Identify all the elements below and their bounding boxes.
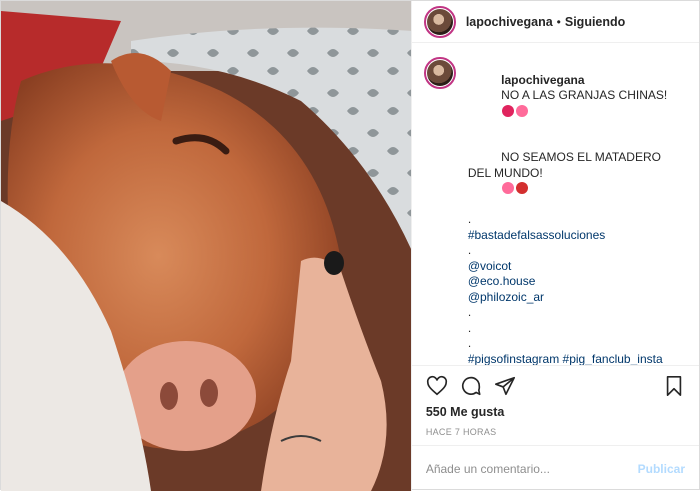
heart-icon[interactable] <box>426 375 448 397</box>
likes-count[interactable]: 550 Me gusta <box>412 405 699 423</box>
caption: lapochivegana NO A LAS GRANJAS CHINAS! N… <box>467 57 687 366</box>
post-photo[interactable] <box>1 1 411 491</box>
post-side-panel: lapochivegana • Siguiendo lapochivegana … <box>410 1 699 491</box>
caption-dot: . <box>467 243 472 257</box>
caption-avatar[interactable] <box>423 57 456 89</box>
mention-link[interactable]: @eco.house <box>468 274 687 290</box>
avatar[interactable] <box>423 5 456 38</box>
pig-nose-emoji-icon <box>516 104 529 117</box>
caption-dot: . <box>467 336 472 350</box>
separator-dot: • <box>556 14 561 29</box>
action-bar <box>411 365 699 405</box>
pig-photo-illustration <box>1 1 411 491</box>
hashtags-block[interactable]: #pigsofinstagram #pig_fanclub_insta #pig… <box>468 352 687 366</box>
comment-input[interactable] <box>425 461 638 476</box>
paper-plane-icon[interactable] <box>494 375 516 397</box>
bookmark-icon[interactable] <box>663 375 685 397</box>
hashtag-link[interactable]: #bastadefalsassoluciones <box>468 228 687 244</box>
instagram-post: lapochivegana • Siguiendo lapochivegana … <box>0 0 700 491</box>
header-username[interactable]: lapochivegana <box>466 15 553 29</box>
comment-icon[interactable] <box>460 375 482 397</box>
add-comment-bar: Publicar <box>411 445 699 491</box>
post-header: lapochivegana • Siguiendo <box>411 1 699 43</box>
caption-line2: NO SEAMOS EL MATADERO DEL MUNDO! <box>467 150 665 180</box>
following-button[interactable]: Siguiendo <box>565 15 625 29</box>
caption-dot: . <box>467 305 472 319</box>
comments-area: lapochivegana NO A LAS GRANJAS CHINAS! N… <box>412 43 699 365</box>
mention-link[interactable]: @voicot <box>468 259 687 275</box>
prohibited-emoji-icon <box>502 104 515 117</box>
anger-emoji-icon <box>516 182 529 194</box>
caption-dot: . <box>467 212 472 226</box>
pig-face-emoji-icon <box>502 182 515 194</box>
caption-username[interactable]: lapochivegana <box>501 73 584 87</box>
publish-button[interactable]: Publicar <box>638 462 685 476</box>
mention-link[interactable]: @philozoic_ar <box>468 290 687 306</box>
post-timestamp[interactable]: HACE 7 HORAS <box>412 423 699 445</box>
caption-line1: NO A LAS GRANJAS CHINAS! <box>501 88 668 102</box>
caption-dot: . <box>467 320 472 335</box>
